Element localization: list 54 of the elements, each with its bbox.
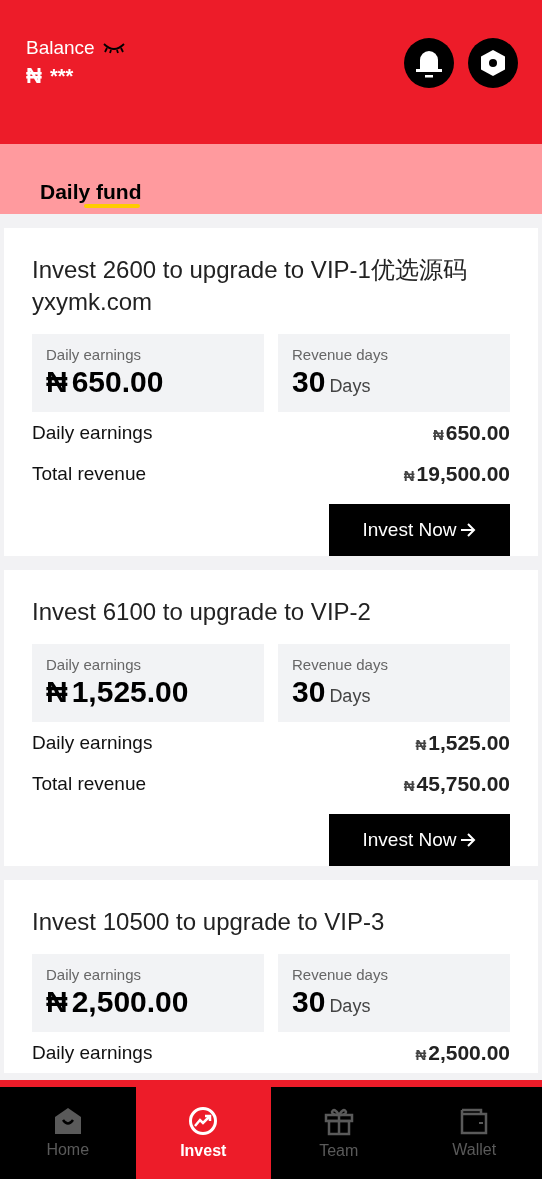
stat-label: Daily earnings <box>46 346 143 363</box>
plan-title: Invest 6100 to upgrade to VIP-2 <box>32 597 372 627</box>
stat-label: Daily earnings <box>46 966 143 983</box>
bell-icon <box>415 48 443 78</box>
row-value: 2,500.00 <box>428 1040 510 1065</box>
stat-unit: Days <box>329 996 371 1017</box>
tab[interactable]: Daily fund <box>40 180 142 214</box>
nav-tab[interactable]: Invest <box>135 1087 271 1179</box>
notification-button[interactable] <box>404 38 454 88</box>
stat-label: Daily earnings <box>46 656 143 673</box>
stat-value: 2,500.00 <box>71 985 189 1019</box>
row-label: Daily earnings <box>32 731 153 754</box>
currency-symbol: ₦ <box>26 63 42 89</box>
arrow-right-icon <box>460 523 477 537</box>
row-value: 45,750.00 <box>416 771 510 796</box>
closed-eye-icon[interactable] <box>102 42 125 54</box>
stat-label: Revenue days <box>292 346 389 363</box>
row-label: Total revenue <box>32 772 147 795</box>
settings-button[interactable] <box>468 38 518 88</box>
plan-title: Invest 2600 to upgrade to VIP-1优选源码yxymk.com <box>32 255 468 317</box>
currency-symbol: ₦ <box>432 425 444 443</box>
currency-symbol: ₦ <box>415 735 427 753</box>
hidden-balance: *** <box>49 64 74 88</box>
stat-value: 30 <box>292 365 326 399</box>
stat-value: 650.00 <box>71 365 164 399</box>
hexagon-nut-icon <box>478 48 508 78</box>
row-label: Daily earnings <box>32 421 153 444</box>
gift-icon <box>323 1106 354 1136</box>
invest-now-button[interactable]: Invest Now <box>329 814 510 866</box>
house-icon <box>52 1107 83 1135</box>
plan-title: Invest 10500 to upgrade to VIP-3 <box>32 907 386 937</box>
currency-symbol: ₦ <box>46 365 68 399</box>
invest-now-button[interactable]: Invest Now <box>329 504 510 556</box>
stat-value: 1,525.00 <box>71 675 189 709</box>
stat-label: Revenue days <box>292 966 389 983</box>
row-value: 650.00 <box>445 420 510 445</box>
stat-unit: Days <box>329 376 371 397</box>
wallet-icon <box>459 1107 490 1135</box>
stat-value: 30 <box>292 675 326 709</box>
trend-circle-icon <box>188 1106 219 1136</box>
stat-value: 30 <box>292 985 326 1019</box>
currency-symbol: ₦ <box>46 985 68 1019</box>
currency-symbol: ₦ <box>46 675 68 709</box>
row-value: 1,525.00 <box>428 730 510 755</box>
row-label: Daily earnings <box>32 1041 153 1064</box>
currency-symbol: ₦ <box>403 776 415 794</box>
row-value: 19,500.00 <box>416 461 510 486</box>
currency-symbol: ₦ <box>415 1045 427 1063</box>
row-label: Total revenue <box>32 462 147 485</box>
stat-unit: Days <box>329 686 371 707</box>
stat-label: Revenue days <box>292 656 389 673</box>
currency-symbol: ₦ <box>403 466 415 484</box>
balance-label: Balance <box>26 37 95 59</box>
arrow-right-icon <box>460 833 477 847</box>
